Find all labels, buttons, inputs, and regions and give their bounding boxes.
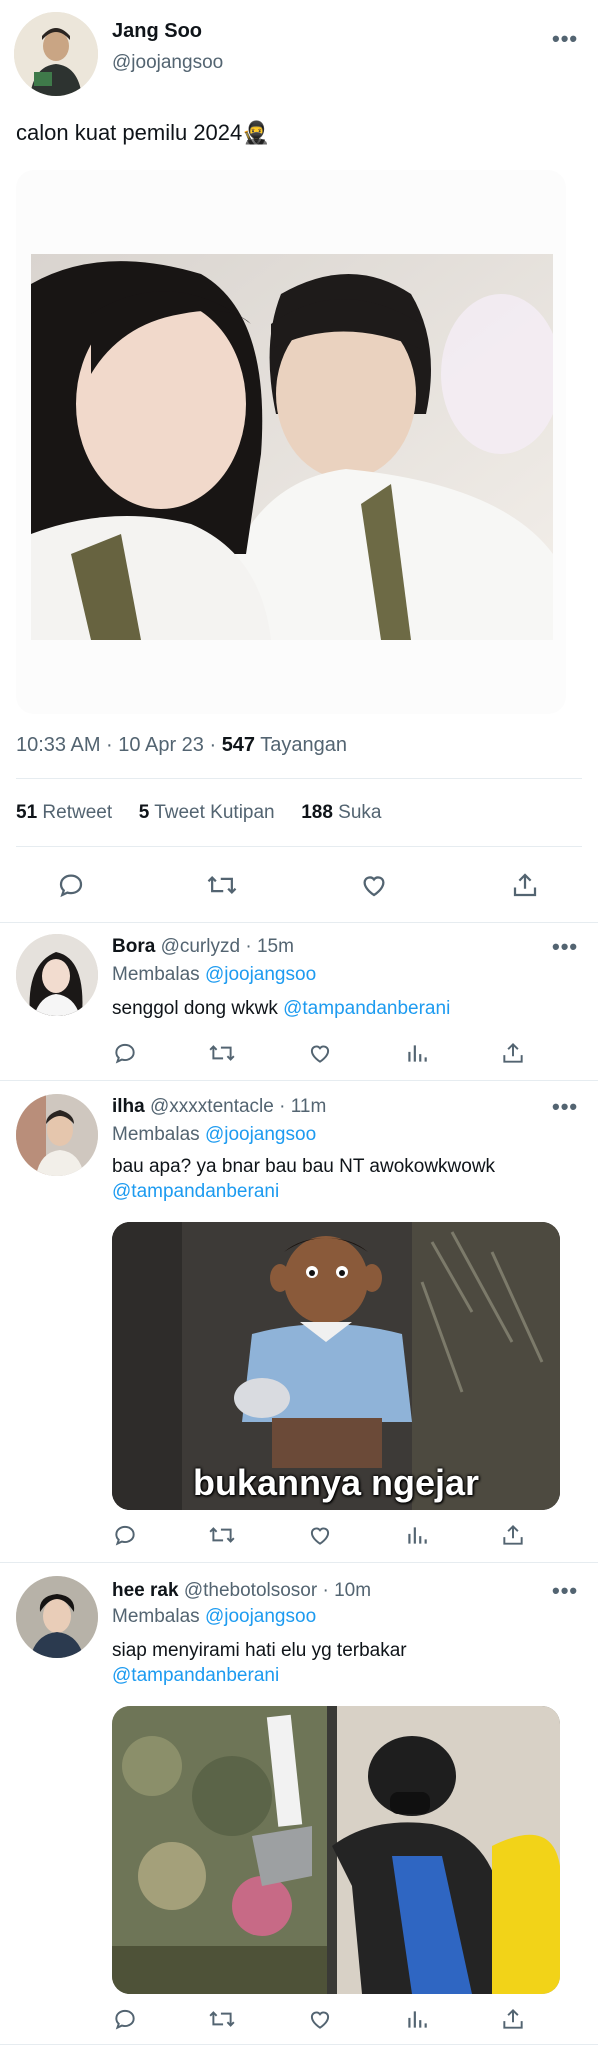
reply-text: siap menyirami hati elu yg terbakar @tam… xyxy=(112,1638,572,1688)
reply-media[interactable] xyxy=(112,1706,560,1994)
views-icon[interactable] xyxy=(404,1522,430,1548)
reply-body: siap menyirami hati elu yg terbakar xyxy=(112,1640,407,1661)
more-options-icon[interactable]: ••• xyxy=(552,26,578,52)
media-caption: bukannya ngejar xyxy=(192,1462,480,1503)
like-icon[interactable] xyxy=(358,870,390,900)
replying-prefix: Membalas xyxy=(112,1124,200,1145)
reply-header: ilha @xxxxtentacle · 11m xyxy=(112,1096,326,1118)
share-icon[interactable] xyxy=(510,870,540,900)
tweet-text: calon kuat pemilu 2024🥷 xyxy=(16,120,270,145)
reply-time[interactable]: · 11m xyxy=(279,1096,326,1117)
replying-to: Membalas @joojangsoo xyxy=(112,964,316,986)
reply-body: senggol dong wkwk xyxy=(112,998,278,1019)
reply-body: bau apa? ya bnar bau bau NT awokowkwowk xyxy=(112,1156,496,1177)
divider xyxy=(0,1080,598,1081)
like-icon[interactable] xyxy=(306,2006,334,2032)
more-options-icon[interactable]: ••• xyxy=(552,1094,578,1120)
reply-icon[interactable] xyxy=(112,1522,138,1548)
reply-time[interactable]: · 10m xyxy=(322,1580,371,1601)
views-count: 547 xyxy=(221,734,256,756)
retweets-stat[interactable]: 51 Retweet xyxy=(16,802,112,823)
likes-stat[interactable]: 188 Suka xyxy=(301,802,381,823)
retweets-label: Retweet xyxy=(42,802,113,823)
divider xyxy=(0,2044,598,2045)
quotes-count: 5 xyxy=(138,802,150,823)
replying-to-handle[interactable]: @joojangsoo xyxy=(205,1606,316,1627)
tweet-time: 10:33 AM · 10 Apr 23 · xyxy=(16,734,222,756)
likes-label: Suka xyxy=(338,802,382,823)
quotes-stat[interactable]: 5 Tweet Kutipan xyxy=(139,802,275,823)
reply-header: hee rak @thebotolsosor · 10m xyxy=(112,1580,371,1602)
reply-header: Bora @curlyzd · 15m xyxy=(112,936,294,958)
divider xyxy=(16,778,582,779)
views-label: Tayangan xyxy=(260,734,348,756)
reply-text: bau apa? ya bnar bau bau NT awokowkwowk … xyxy=(112,1154,572,1204)
replying-prefix: Membalas xyxy=(112,964,200,985)
reply-icon[interactable] xyxy=(112,2006,138,2032)
reply-avatar[interactable] xyxy=(16,1576,98,1658)
tweet-stats: 51 Retweet 5 Tweet Kutipan 188 Suka xyxy=(16,802,381,824)
author-handle[interactable]: @joojangsoo xyxy=(112,52,223,74)
like-icon[interactable] xyxy=(306,1522,334,1548)
retweet-icon[interactable] xyxy=(208,1522,236,1548)
retweet-icon[interactable] xyxy=(208,1040,236,1066)
reply-author-name[interactable]: Bora xyxy=(112,936,155,957)
reply-time[interactable]: · 15m xyxy=(245,936,294,957)
reply-media[interactable]: bukannya ngejar xyxy=(112,1222,560,1510)
reply-text: senggol dong wkwk @tampandanberani xyxy=(112,996,450,1021)
quotes-label: Tweet Kutipan xyxy=(154,802,275,823)
reply-icon[interactable] xyxy=(56,870,86,900)
retweet-icon[interactable] xyxy=(206,870,238,900)
mention-link[interactable]: @tampandanberani xyxy=(283,998,450,1019)
replying-to-handle[interactable]: @joojangsoo xyxy=(205,964,316,985)
more-options-icon[interactable]: ••• xyxy=(552,934,578,960)
divider xyxy=(16,846,582,847)
reply-author-handle[interactable]: @curlyzd xyxy=(161,936,240,957)
more-options-icon[interactable]: ••• xyxy=(552,1578,578,1604)
views-icon[interactable] xyxy=(404,1040,430,1066)
tweet-media[interactable] xyxy=(16,170,566,714)
mention-link[interactable]: @tampandanberani xyxy=(112,1663,572,1688)
divider xyxy=(0,922,598,923)
likes-count: 188 xyxy=(301,802,333,823)
reply-icon[interactable] xyxy=(112,1040,138,1066)
reply-author-name[interactable]: hee rak xyxy=(112,1580,179,1601)
author-avatar[interactable] xyxy=(14,12,98,96)
share-icon[interactable] xyxy=(500,1522,526,1548)
author-name[interactable]: Jang Soo xyxy=(112,20,202,43)
media-photo xyxy=(31,254,553,640)
reply-avatar[interactable] xyxy=(16,1094,98,1176)
reply-avatar[interactable] xyxy=(16,934,98,1016)
replying-to: Membalas @joojangsoo xyxy=(112,1606,316,1628)
tweet-timestamp[interactable]: 10:33 AM · 10 Apr 23 · 547 Tayangan xyxy=(16,734,347,757)
retweets-count: 51 xyxy=(16,802,38,823)
share-icon[interactable] xyxy=(500,1040,526,1066)
divider xyxy=(0,1562,598,1563)
views-icon[interactable] xyxy=(404,2006,430,2032)
replying-prefix: Membalas xyxy=(112,1606,200,1627)
retweet-icon[interactable] xyxy=(208,2006,236,2032)
mention-link[interactable]: @tampandanberani xyxy=(112,1179,572,1204)
reply-author-name[interactable]: ilha xyxy=(112,1096,145,1117)
share-icon[interactable] xyxy=(500,2006,526,2032)
replying-to-handle[interactable]: @joojangsoo xyxy=(205,1124,316,1145)
reply-author-handle[interactable]: @xxxxtentacle xyxy=(150,1096,274,1117)
replying-to: Membalas @joojangsoo xyxy=(112,1124,316,1146)
like-icon[interactable] xyxy=(306,1040,334,1066)
reply-author-handle[interactable]: @thebotolsosor xyxy=(184,1580,317,1601)
